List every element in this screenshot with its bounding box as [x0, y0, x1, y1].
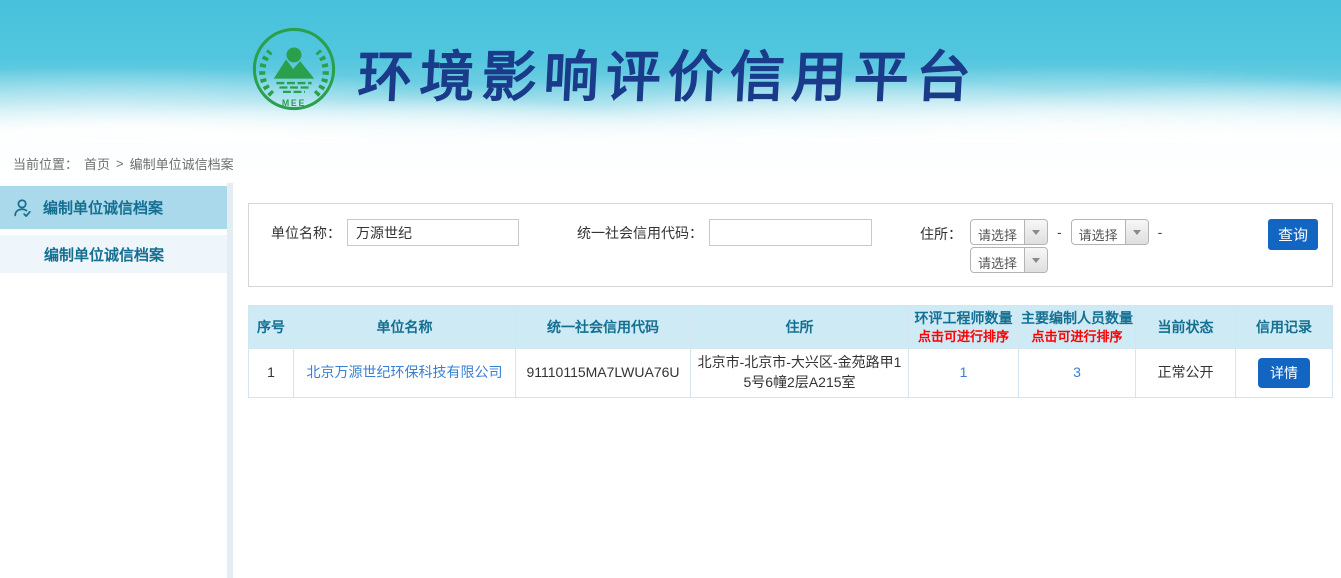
- chevron-down-icon[interactable]: [1125, 220, 1148, 244]
- credit-code-input[interactable]: [709, 219, 872, 246]
- company-name-label: 单位名称：: [271, 223, 341, 243]
- sort-hint: 点击可进行排序: [1021, 328, 1133, 346]
- cell-address: 北京市-北京市-大兴区-金苑路甲15号6幢2层A215室: [691, 349, 909, 397]
- cell-credit-code: 91110115MA7LWUA76U: [516, 349, 691, 397]
- chevron-down-icon[interactable]: [1024, 220, 1047, 244]
- search-panel: 单位名称： 统一社会信用代码： 住所： 请选择 -: [248, 203, 1333, 287]
- breadcrumb-current: 编制单位诚信档案: [130, 154, 234, 173]
- sidebar-group-label: 编制单位诚信档案: [43, 197, 163, 218]
- sidebar: 编制单位诚信档案 编制单位诚信档案: [0, 183, 227, 578]
- detail-button[interactable]: 详情: [1258, 358, 1310, 388]
- sidebar-item-label: 编制单位诚信档案: [44, 244, 164, 265]
- breadcrumb-home-link[interactable]: 首页: [84, 154, 110, 173]
- region-district-value: 请选择: [971, 248, 1024, 272]
- credit-code-label: 统一社会信用代码：: [577, 223, 703, 243]
- company-name-field: 单位名称：: [271, 219, 519, 246]
- table-row: 1 北京万源世纪环保科技有限公司 91110115MA7LWUA76U 北京市-…: [249, 349, 1333, 397]
- user-check-icon: [12, 197, 34, 219]
- col-header-credit-record: 信用记录: [1236, 306, 1333, 349]
- region-select-district[interactable]: 请选择: [970, 247, 1048, 273]
- logo-mee-text: MEE: [282, 98, 306, 108]
- search-button[interactable]: 查询: [1268, 219, 1318, 250]
- region-province-value: 请选择: [971, 220, 1024, 244]
- address-label: 住所：: [920, 224, 962, 244]
- cell-status: 正常公开: [1136, 349, 1236, 397]
- sidebar-group-archives[interactable]: 编制单位诚信档案: [0, 186, 227, 229]
- col-header-status: 当前状态: [1136, 306, 1236, 349]
- address-field: 住所： 请选择 - 请选择 -: [920, 219, 1162, 273]
- breadcrumb: 当前位置： 首页 > 编制单位诚信档案: [0, 143, 1341, 183]
- col-header-credit-code: 统一社会信用代码: [516, 306, 691, 349]
- col-header-engineer-count-sort[interactable]: 环评工程师数量 点击可进行排序: [909, 306, 1019, 349]
- main-content: 单位名称： 统一社会信用代码： 住所： 请选择 -: [233, 183, 1341, 578]
- col-header-staff-count-sort[interactable]: 主要编制人员数量 点击可进行排序: [1019, 306, 1136, 349]
- sidebar-item-archives[interactable]: 编制单位诚信档案: [0, 235, 227, 273]
- engineer-count-link[interactable]: 1: [960, 364, 968, 380]
- breadcrumb-prefix: 当前位置：: [13, 154, 78, 173]
- sort-hint: 点击可进行排序: [911, 328, 1016, 346]
- site-header: MEE 环境影响评价信用平台: [0, 0, 1341, 143]
- region-city-value: 请选择: [1072, 220, 1125, 244]
- table-header-row: 序号 单位名称 统一社会信用代码 住所 环评工程师数量 点击可进行排序 主要编制…: [249, 306, 1333, 349]
- chevron-down-icon[interactable]: [1024, 248, 1047, 272]
- breadcrumb-separator: >: [116, 156, 124, 171]
- col-header-company: 单位名称: [294, 306, 516, 349]
- cell-index: 1: [249, 349, 294, 397]
- company-name-input[interactable]: [347, 219, 519, 246]
- region-select-province[interactable]: 请选择: [970, 219, 1048, 245]
- staff-count-link[interactable]: 3: [1073, 364, 1081, 380]
- region-dash: -: [1057, 224, 1062, 240]
- company-link[interactable]: 北京万源世纪环保科技有限公司: [307, 364, 503, 380]
- col-header-index: 序号: [249, 306, 294, 349]
- col-header-address: 住所: [691, 306, 909, 349]
- page-title: 环境影响评价信用平台: [356, 32, 980, 112]
- region-dash: -: [1158, 224, 1163, 240]
- credit-code-field: 统一社会信用代码：: [577, 219, 872, 246]
- mee-logo-icon: MEE: [250, 25, 338, 118]
- results-table: 序号 单位名称 统一社会信用代码 住所 环评工程师数量 点击可进行排序 主要编制…: [248, 305, 1333, 398]
- region-select-city[interactable]: 请选择: [1071, 219, 1149, 245]
